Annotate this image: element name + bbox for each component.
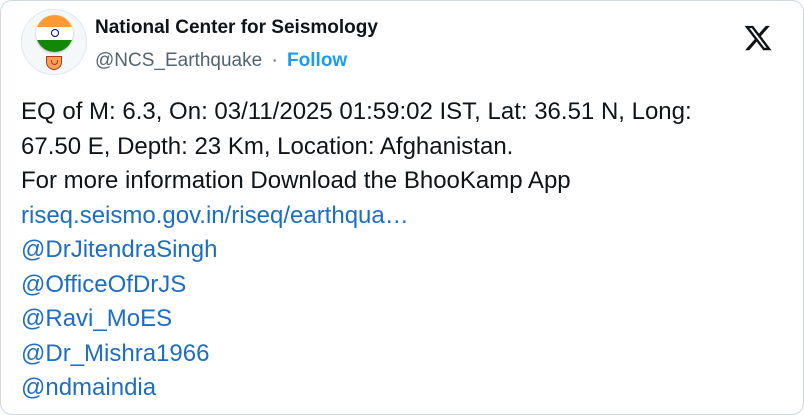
separator-dot: ·: [271, 50, 278, 71]
mention-link[interactable]: @Dr_Mishra1966: [21, 337, 791, 372]
tweet-header: National Center for Seismology @NCS_Eart…: [21, 9, 783, 77]
x-logo-icon[interactable]: [743, 23, 773, 53]
account-handle[interactable]: @NCS_Earthquake: [95, 50, 262, 71]
mention-link[interactable]: @DrJitendraSingh: [21, 233, 791, 268]
post-link[interactable]: riseq.seismo.gov.in/riseq/earthqua…: [21, 199, 791, 234]
handle-row: @NCS_Earthquake · Follow: [95, 50, 347, 72]
mention-link[interactable]: @OfficeOfDrJS: [21, 268, 791, 303]
tweet-embed-card: National Center for Seismology @NCS_Eart…: [0, 0, 804, 415]
tweet-text: EQ of M: 6.3, On: 03/11/2025 01:59:02 IS…: [21, 95, 791, 406]
profile-avatar[interactable]: [21, 9, 87, 75]
post-line-2: 67.50 E, Depth: 23 Km, Location: Afghani…: [21, 132, 514, 160]
follow-button[interactable]: Follow: [287, 50, 347, 71]
post-line-1: EQ of M: 6.3, On: 03/11/2025 01:59:02 IS…: [21, 98, 692, 125]
india-flag-icon: [36, 15, 73, 52]
emblem-icon: [46, 56, 62, 70]
account-name[interactable]: National Center for Seismology: [95, 17, 378, 39]
mention-link[interactable]: @Ravi_MoES: [21, 302, 791, 337]
mention-link[interactable]: @ndmaindia: [21, 371, 791, 406]
post-line-3: For more information Download the BhooKa…: [21, 167, 571, 194]
